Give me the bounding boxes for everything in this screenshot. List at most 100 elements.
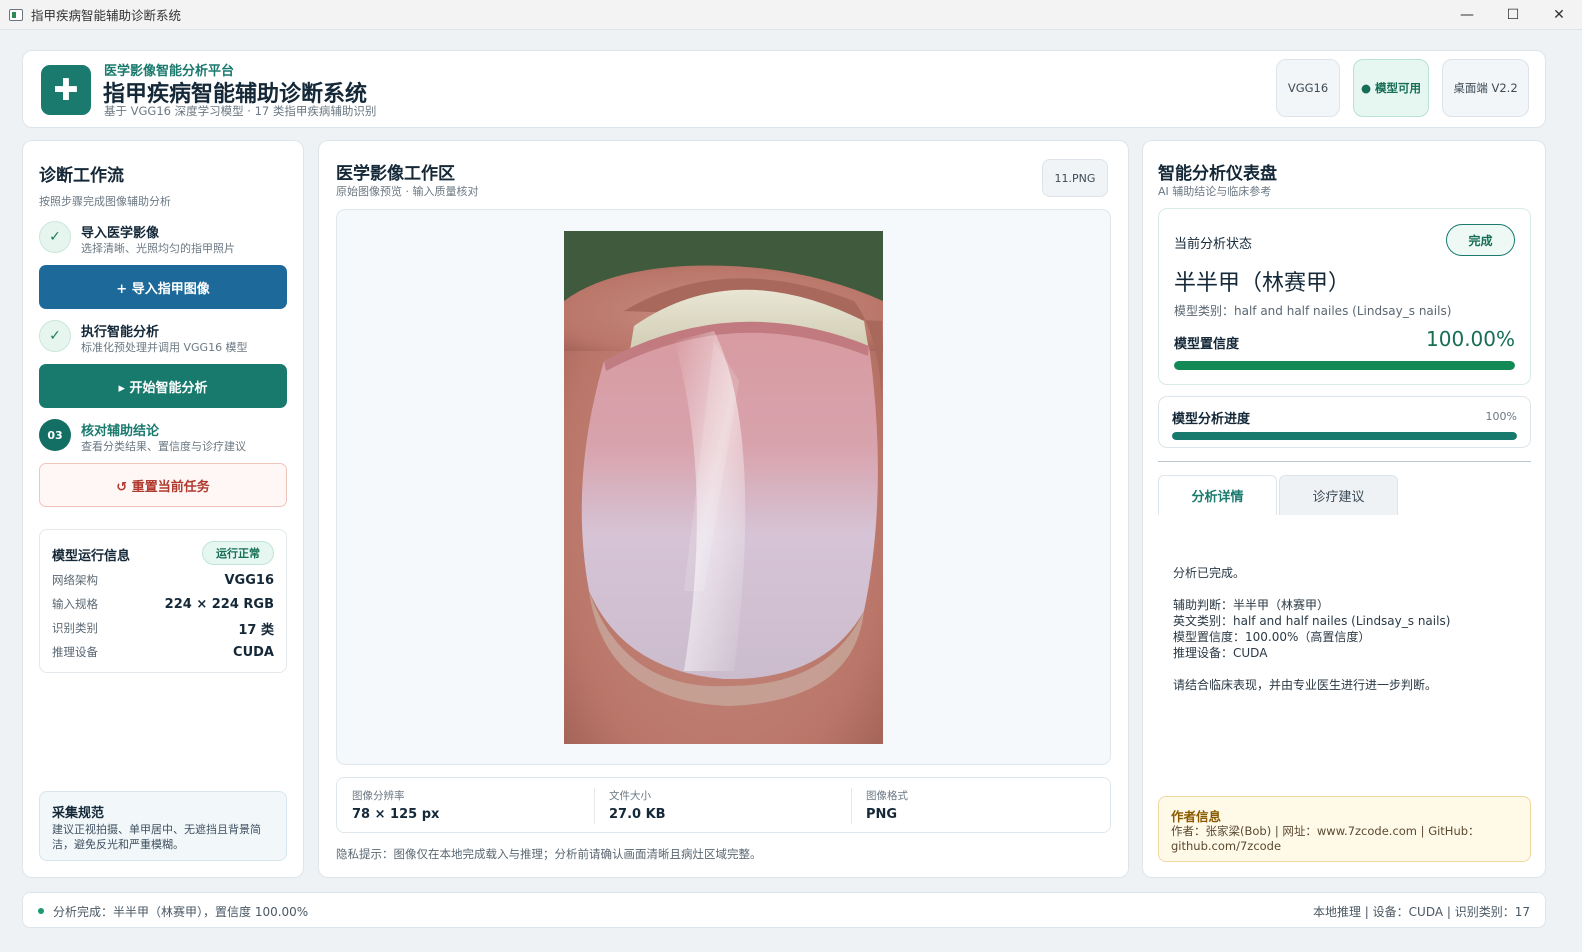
workflow-panel: 诊断工作流 按照步骤完成图像辅助分析 ✓ 导入医学影像 选择清晰、光照均匀的指甲… <box>22 140 304 878</box>
workspace-subtitle: 原始图像预览 · 输入质量核对 <box>336 185 479 198</box>
app-header: ✚ 医学影像智能分析平台 指甲疾病智能辅助诊断系统 基于 VGG16 深度学习模… <box>22 50 1546 128</box>
nail-image <box>564 231 883 744</box>
tab-analysis-details[interactable]: 分析详情 <box>1158 475 1277 515</box>
step-1-title: 导入医学影像 <box>81 226 160 241</box>
workflow-title: 诊断工作流 <box>39 166 124 186</box>
step-3-desc: 查看分类结果、置信度与诊疗建议 <box>81 440 246 453</box>
meta-divider <box>594 788 595 824</box>
info-row: 识别类别 17 类 <box>52 618 274 638</box>
info-row: 推理设备 CUDA <box>52 642 274 662</box>
progress-bar-fill <box>1172 432 1517 440</box>
detail-line: 请结合临床表现，并由专业医生进行进一步判断。 <box>1173 678 1438 692</box>
window-titlebar: 指甲疾病智能辅助诊断系统 — ☐ ✕ <box>0 0 1582 30</box>
guidelines-text: 建议正视拍摄、单甲居中、无遮挡且背景简洁，避免反光和严重模糊。 <box>52 823 261 851</box>
step-3-number: 03 <box>39 419 71 451</box>
version-pill: 桌面端 V2.2 <box>1442 59 1529 117</box>
maximize-button[interactable]: ☐ <box>1490 0 1536 30</box>
author-title: 作者信息 <box>1171 809 1222 824</box>
author-text: 作者：张家梁(Bob) | 网址：www.7zcode.com | GitHub… <box>1171 824 1480 853</box>
info-row: 网络架构 VGG16 <box>52 570 274 590</box>
meta-filesize: 文件大小 27.0 KB <box>609 788 849 822</box>
meta-label: 图像格式 <box>866 790 908 802</box>
info-value: 224 × 224 RGB <box>164 596 274 612</box>
analysis-status-card: 当前分析状态 完成 半半甲（林赛甲） 模型类别：half and half na… <box>1158 208 1531 385</box>
image-meta-bar: 图像分辨率 78 × 125 px 文件大小 27.0 KB 图像格式 PNG <box>336 777 1111 833</box>
status-label: 当前分析状态 <box>1174 237 1253 252</box>
dashboard-subtitle: AI 辅助结论与临床参考 <box>1158 185 1272 198</box>
diagnosis-result: 半半甲（林赛甲） <box>1174 271 1351 296</box>
detail-line: 推理设备：CUDA <box>1173 646 1268 660</box>
meta-label: 文件大小 <box>609 790 651 802</box>
info-key: 输入规格 <box>52 597 98 611</box>
reset-task-button[interactable]: ↺ 重置当前任务 <box>39 463 287 507</box>
divider <box>1158 461 1531 462</box>
progress-value: 100% <box>1485 410 1517 423</box>
start-analysis-button[interactable]: ▸ 开始智能分析 <box>39 364 287 408</box>
step-1-desc: 选择清晰、光照均匀的指甲照片 <box>81 242 235 255</box>
confidence-bar <box>1174 361 1515 370</box>
progress-bar <box>1172 432 1517 440</box>
image-viewer <box>336 209 1111 765</box>
detail-line: 辅助判断：半半甲（林赛甲） <box>1173 598 1330 612</box>
minimize-button[interactable]: — <box>1444 0 1490 30</box>
meta-format: 图像格式 PNG <box>866 788 1106 822</box>
guidelines-title: 采集规范 <box>52 806 105 821</box>
detail-line: 模型置信度：100.00%（高置信度） <box>1173 630 1371 644</box>
step-2-check-icon: ✓ <box>39 320 71 352</box>
status-bar: 分析完成：半半甲（林赛甲），置信度 100.00% 本地推理 | 设备：CUDA… <box>22 892 1546 928</box>
info-value: CUDA <box>233 644 274 660</box>
import-image-button[interactable]: + 导入指甲图像 <box>39 265 287 309</box>
info-key: 识别类别 <box>52 621 98 635</box>
progress-label: 模型分析进度 <box>1172 412 1251 427</box>
info-value: 17 类 <box>238 622 274 638</box>
meta-resolution: 图像分辨率 78 × 125 px <box>352 788 592 822</box>
app-icon <box>9 8 23 21</box>
window-title: 指甲疾病智能辅助诊断系统 <box>31 8 182 23</box>
step-1-check-icon: ✓ <box>39 221 71 253</box>
meta-divider <box>851 788 852 824</box>
model-info-card: 模型运行信息 运行正常 网络架构 VGG16 输入规格 224 × 224 RGB … <box>39 529 287 673</box>
meta-value: PNG <box>866 807 898 822</box>
model-available-pill: ● 模型可用 <box>1353 59 1429 117</box>
info-row: 输入规格 224 × 224 RGB <box>52 594 274 614</box>
detail-line: 英文类别：half and half nailes (Lindsay_s nai… <box>1173 614 1451 628</box>
medical-cross-icon: ✚ <box>41 65 91 115</box>
privacy-note: 隐私提示：图像仅在本地完成载入与推理；分析前请确认画面清晰且病灶区域完整。 <box>336 847 762 861</box>
meta-value: 78 × 125 px <box>352 807 440 822</box>
status-dot-icon <box>38 908 44 914</box>
step-2-title: 执行智能分析 <box>81 325 160 340</box>
model-info-title: 模型运行信息 <box>52 549 131 564</box>
detail-line <box>1173 581 1523 597</box>
status-bar-left: 分析完成：半半甲（林赛甲），置信度 100.00% <box>53 905 309 919</box>
status-bar-right: 本地推理 | 设备：CUDA | 识别类别：17 <box>1312 905 1530 919</box>
guidelines-card: 采集规范 建议正视拍摄、单甲居中、无遮挡且背景简洁，避免反光和严重模糊。 <box>39 791 287 861</box>
detail-line: 分析已完成。 <box>1173 566 1246 580</box>
info-value: VGG16 <box>224 572 275 588</box>
nail-photo <box>564 231 883 744</box>
analysis-details-text: 分析已完成。 辅助判断：半半甲（林赛甲） 英文类别：half and half … <box>1173 565 1523 693</box>
confidence-value: 100.00% <box>1426 327 1515 351</box>
detail-line <box>1173 661 1523 677</box>
header-subtitle: 基于 VGG16 深度学习模型 · 17 类指甲疾病辅助识别 <box>104 104 377 118</box>
dashboard-panel: 智能分析仪表盘 AI 辅助结论与临床参考 当前分析状态 完成 半半甲（林赛甲） … <box>1142 140 1546 878</box>
close-button[interactable]: ✕ <box>1536 0 1582 30</box>
meta-label: 图像分辨率 <box>352 790 405 802</box>
model-pill: VGG16 <box>1276 59 1340 117</box>
diagnosis-category-en: 模型类别：half and half nailes (Lindsay_s nai… <box>1174 304 1452 318</box>
done-badge: 完成 <box>1446 224 1515 256</box>
info-key: 网络架构 <box>52 573 98 587</box>
progress-card: 模型分析进度 100% <box>1158 396 1531 448</box>
workspace-panel: 医学影像工作区 原始图像预览 · 输入质量核对 11.PNG 图像分辨率 78 … <box>318 140 1129 878</box>
author-info-card: 作者信息 作者：张家梁(Bob) | 网址：www.7zcode.com | G… <box>1158 796 1531 862</box>
meta-value: 27.0 KB <box>609 807 666 822</box>
info-key: 推理设备 <box>52 645 98 659</box>
tab-treatment-advice[interactable]: 诊疗建议 <box>1279 475 1398 515</box>
step-3-title: 核对辅助结论 <box>81 424 160 439</box>
workspace-title: 医学影像工作区 <box>336 164 455 184</box>
step-2-desc: 标准化预处理并调用 VGG16 模型 <box>81 341 248 354</box>
confidence-label: 模型置信度 <box>1174 337 1240 352</box>
file-name-chip: 11.PNG <box>1042 159 1108 197</box>
status-badge: 运行正常 <box>202 541 274 565</box>
confidence-bar-fill <box>1174 361 1515 370</box>
workflow-subtitle: 按照步骤完成图像辅助分析 <box>39 195 171 208</box>
